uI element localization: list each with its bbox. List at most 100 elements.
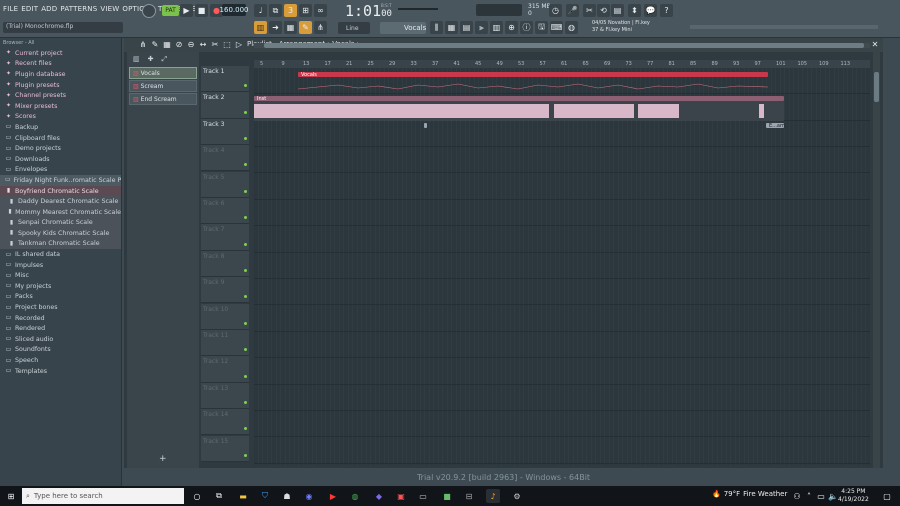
browser-item[interactable]: ▮ Daddy Dearest Chromatic Scale — [0, 196, 121, 207]
piano-keys-icon[interactable]: ⊞ — [299, 4, 312, 17]
browser-item[interactable]: ▮ Spooky Kids Chromatic Scale — [0, 228, 121, 239]
track-lane[interactable] — [254, 438, 870, 464]
track-lane[interactable] — [254, 200, 870, 227]
browser-item[interactable]: ▭ IL shared data — [0, 249, 121, 260]
track-mute-led-icon[interactable] — [244, 427, 247, 431]
track-lane[interactable] — [254, 306, 870, 332]
chat-icon[interactable]: 💬 — [644, 4, 657, 17]
track-mute-led-icon[interactable] — [244, 401, 247, 405]
close-icon[interactable]: ✕ — [870, 39, 880, 50]
track-header[interactable]: Track 6 — [201, 198, 249, 225]
browser-item[interactable]: ▭ Misc — [0, 270, 121, 281]
track-mute-led-icon[interactable] — [244, 163, 247, 167]
mute-tool-icon[interactable]: ⊖ — [186, 39, 196, 50]
browser-item[interactable]: ▮ Boyfriend Chromatic Scale — [0, 185, 121, 197]
track-header[interactable]: Track 7 — [201, 224, 249, 251]
track-lane[interactable] — [254, 358, 870, 385]
arrangement-grid[interactable]: Vocals Inst E...am — [254, 68, 870, 465]
cut-icon[interactable]: ✂ — [583, 4, 596, 17]
horizontal-scroll-thumb[interactable] — [264, 43, 864, 48]
weather-widget[interactable]: 🔥 79°F Fire Weather — [712, 490, 787, 498]
online-icon[interactable]: ◍ — [565, 21, 578, 34]
discord-icon[interactable]: ◉ — [302, 489, 316, 503]
track-lane[interactable] — [254, 279, 870, 306]
picker-audio-icon[interactable]: ⤢ — [162, 55, 168, 63]
app-icon-2[interactable]: ◆ — [372, 489, 386, 503]
task-view-icon[interactable]: ⧉ — [212, 489, 226, 503]
store-icon[interactable]: ⛉ — [258, 489, 272, 503]
browser-item[interactable]: ✦ Plugin database — [0, 69, 121, 80]
track-lane[interactable] — [254, 226, 870, 253]
save-icon[interactable]: ▤ — [611, 4, 624, 17]
track-header[interactable]: Track 11 — [201, 330, 249, 357]
track-mute-led-icon[interactable] — [244, 269, 247, 273]
browser-item[interactable]: ✦ Channel presets — [0, 90, 121, 101]
picker-item[interactable]: ▥ Vocals — [129, 67, 197, 79]
slip-tool-icon[interactable]: ↔ — [198, 39, 208, 50]
history-icon[interactable]: ◷ — [549, 4, 562, 17]
tempo-display[interactable]: 160.000 — [220, 4, 248, 16]
browser-item[interactable]: ▭ Envelopes — [0, 165, 121, 176]
channel-rack-icon[interactable]: ▦ — [445, 21, 458, 34]
typing-keyboard-icon[interactable]: ♩ — [254, 4, 267, 17]
pattern-song-toggle[interactable]: PAT — [162, 5, 179, 16]
track-mute-led-icon[interactable] — [244, 216, 247, 220]
menu-patterns[interactable]: PATTERNS — [60, 5, 97, 13]
track-mute-led-icon[interactable] — [244, 295, 247, 299]
vertical-scrollbar[interactable] — [873, 52, 880, 468]
picker-add-icon[interactable]: ✚ — [148, 55, 154, 63]
playlist-snap-icon[interactable]: ▥ — [254, 21, 267, 34]
youtube-icon[interactable]: ▶ — [326, 489, 340, 503]
touch-keyboard-icon[interactable]: ⌨ — [550, 21, 563, 34]
track-mute-led-icon[interactable] — [244, 84, 247, 88]
app-icon-3[interactable]: ▣ — [394, 489, 408, 503]
master-volume-slider[interactable] — [398, 8, 438, 10]
snap-selector[interactable]: Line — [338, 22, 370, 34]
track-mute-led-icon[interactable] — [244, 348, 247, 352]
pencil-icon[interactable]: ✎ — [299, 21, 312, 34]
track-mute-led-icon[interactable] — [244, 189, 247, 193]
track-lane[interactable] — [254, 411, 870, 438]
app-icon-1[interactable]: ☗ — [280, 489, 294, 503]
clip-scream[interactable] — [424, 123, 427, 128]
zoom-tool-icon[interactable]: ⬚ — [222, 39, 232, 50]
windows-start-icon[interactable]: ⊞ — [4, 489, 18, 503]
track-header[interactable]: Track 10 — [201, 303, 249, 330]
browser-item[interactable]: ▮ Tankman Chromatic Scale — [0, 238, 121, 250]
arrow-right-icon[interactable]: ➜ — [269, 21, 282, 34]
browser-item[interactable]: ▭ Backup — [0, 122, 121, 133]
picker-add-button[interactable]: + — [159, 454, 167, 464]
track-mute-led-icon[interactable] — [244, 453, 247, 457]
project-info-icon[interactable]: ⓘ — [520, 21, 533, 34]
clip-end-scream[interactable]: E...am — [766, 123, 785, 129]
track-header[interactable]: Track 8 — [201, 250, 249, 278]
paint-tool-icon[interactable]: ▦ — [162, 39, 172, 50]
browser-item[interactable]: ▭ Recorded — [0, 313, 121, 324]
picker-pattern-icon[interactable]: ▥ — [133, 55, 140, 63]
track-mute-led-icon[interactable] — [244, 242, 247, 246]
track-lane[interactable] — [254, 332, 870, 359]
plugin-icon[interactable]: ⬍ — [628, 4, 641, 17]
delete-tool-icon[interactable]: ⊘ — [174, 39, 184, 50]
play-button[interactable]: ▶ — [180, 4, 193, 17]
browser-item[interactable]: ▭ Friday Night Funk..romatic Scale Pack — [0, 175, 121, 186]
browser-item[interactable]: ▭ Downloads — [0, 154, 121, 165]
notifications-icon[interactable]: ▢ — [880, 489, 894, 503]
browser-item[interactable]: ▭ Packs — [0, 292, 121, 303]
browser-item[interactable]: ▭ Rendered — [0, 323, 121, 334]
plugin-picker-icon[interactable]: ⊕ — [505, 21, 518, 34]
track-header[interactable]: Track 4 — [201, 145, 249, 172]
track-mute-led-icon[interactable] — [244, 110, 247, 114]
mixer-icon[interactable]: ⫼ — [430, 21, 443, 34]
menu-add[interactable]: ADD — [41, 5, 57, 13]
track-header[interactable]: Track 1 — [201, 66, 249, 93]
browser-item[interactable]: ▮ Senpai Chromatic Scale — [0, 217, 121, 229]
track-header[interactable]: Track 12 — [201, 356, 249, 383]
magnet-tool-icon[interactable]: ⋔ — [138, 39, 148, 50]
file-explorer-icon[interactable]: ▬ — [236, 489, 250, 503]
playback-tool-icon[interactable]: ▷ — [234, 39, 244, 50]
menu-edit[interactable]: EDIT — [21, 5, 38, 13]
minecraft-icon[interactable]: ■ — [440, 489, 454, 503]
loop-record-icon[interactable]: ∞ — [314, 4, 327, 17]
browser-item[interactable]: ✦ Recent files — [0, 59, 121, 70]
